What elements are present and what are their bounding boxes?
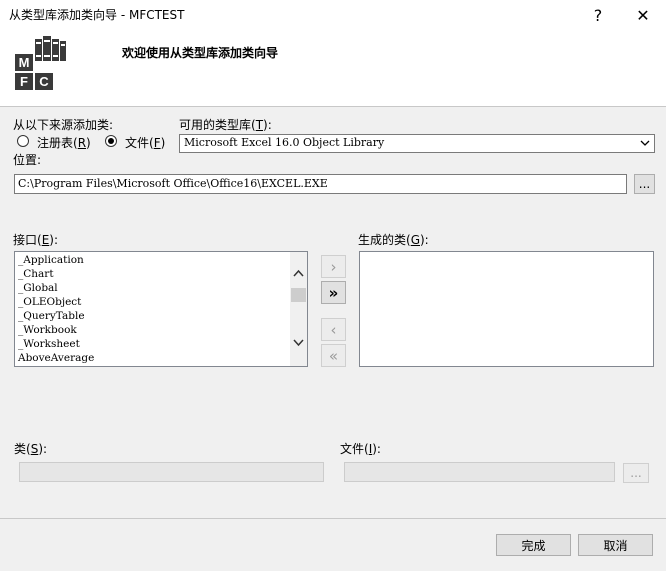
list-item[interactable]: _QueryTable	[15, 309, 307, 323]
generated-label: 生成的类(G):	[358, 233, 429, 247]
remove-one-button[interactable]: ‹	[321, 318, 346, 341]
generated-list[interactable]	[359, 251, 654, 367]
list-item[interactable]: _Application	[15, 253, 307, 267]
add-all-button[interactable]: »	[321, 281, 346, 304]
list-item[interactable]: _Workbook	[15, 323, 307, 337]
file-input[interactable]	[344, 462, 615, 482]
logo-letter-f: F	[20, 74, 28, 89]
wizard-header: M F C 欢迎使用从类型库添加类向导	[0, 30, 666, 107]
scroll-down-icon[interactable]	[293, 339, 304, 347]
list-item[interactable]: _OLEObject	[15, 295, 307, 309]
scroll-thumb[interactable]	[291, 288, 306, 302]
help-button[interactable]: ?	[575, 0, 621, 30]
scroll-up-icon[interactable]	[293, 269, 304, 277]
cancel-button[interactable]: 取消	[578, 534, 653, 556]
add-one-button[interactable]: ›	[321, 255, 346, 278]
list-item[interactable]: _Global	[15, 281, 307, 295]
list-item[interactable]: _Worksheet	[15, 337, 307, 351]
location-input[interactable]: C:\Program Files\Microsoft Office\Office…	[14, 174, 627, 194]
chevron-down-icon	[640, 140, 650, 146]
typelib-select[interactable]: Microsoft Excel 16.0 Object Library	[179, 134, 655, 153]
close-icon: ✕	[636, 5, 650, 25]
browse-file-button[interactable]: ...	[623, 463, 649, 483]
typelib-label: 可用的类型库(T):	[179, 118, 272, 132]
footer-divider	[0, 518, 666, 519]
location-label: 位置:	[13, 153, 42, 167]
list-item[interactable]: AboveAverage	[15, 351, 307, 365]
radio-file-indicator[interactable]	[105, 135, 117, 147]
list-item[interactable]: _Chart	[15, 267, 307, 281]
class-input[interactable]	[19, 462, 324, 482]
help-icon: ?	[593, 5, 603, 25]
window-title: 从类型库添加类向导 - MFCTEST	[9, 8, 185, 22]
interfaces-label: 接口(E):	[13, 233, 59, 247]
class-label: 类(S):	[14, 442, 48, 456]
close-button[interactable]: ✕	[620, 0, 666, 30]
wizard-title: 欢迎使用从类型库添加类向导	[122, 46, 279, 60]
file-label: 文件(I):	[340, 442, 381, 456]
typelib-selected: Microsoft Excel 16.0 Object Library	[184, 136, 385, 149]
interfaces-scrollbar[interactable]	[290, 252, 307, 366]
location-value: C:\Program Files\Microsoft Office\Office…	[18, 177, 328, 190]
radio-registry-indicator[interactable]	[17, 135, 29, 147]
remove-all-button[interactable]: «	[321, 344, 346, 367]
title-bar: 从类型库添加类向导 - MFCTEST ? ✕	[0, 0, 666, 30]
source-label: 从以下来源添加类:	[13, 118, 114, 132]
finish-button[interactable]: 完成	[496, 534, 571, 556]
mfc-logo: M F C	[15, 36, 66, 90]
interfaces-list[interactable]: _Application _Chart _Global _OLEObject _…	[14, 251, 308, 367]
browse-location-button[interactable]: ...	[634, 174, 655, 194]
logo-letter-m: M	[19, 55, 30, 70]
logo-letter-c: C	[39, 74, 49, 89]
